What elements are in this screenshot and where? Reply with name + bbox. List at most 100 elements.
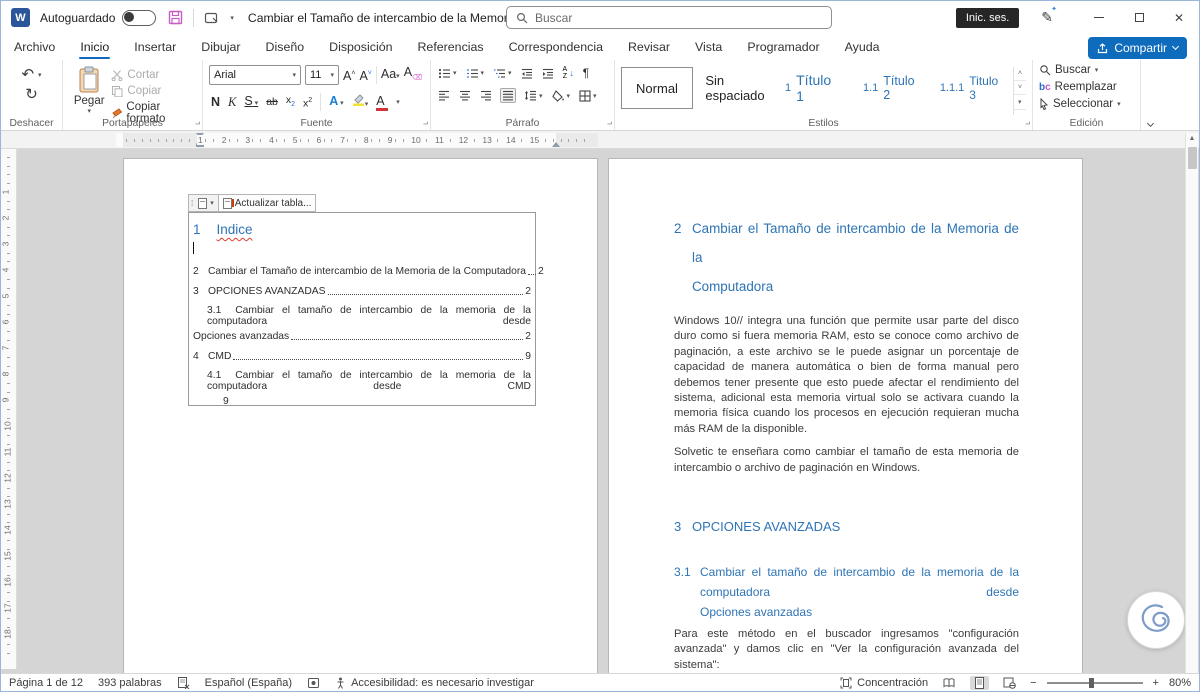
zoom-level[interactable]: 80% — [1169, 677, 1191, 689]
update-table-button[interactable]: Actualizar tabla... — [217, 195, 316, 211]
replace-button[interactable]: bc Reemplazar — [1039, 81, 1134, 93]
toc-entry[interactable]: 2 Cambiar el Tamaño de intercambio de la… — [193, 266, 544, 277]
bold-button[interactable]: N — [211, 95, 220, 109]
tab-ayuda[interactable]: Ayuda — [844, 36, 881, 58]
undo-button[interactable]: ↶ ▾ — [21, 67, 41, 82]
autosave-toggle[interactable] — [122, 9, 157, 26]
style-titulo-3[interactable]: 1.1.1 Titulo 3 — [933, 67, 1005, 109]
style-sin-espaciado[interactable]: Sin espaciado — [699, 67, 771, 109]
increase-indent-button[interactable] — [541, 67, 555, 80]
styles-more-icon[interactable]: ▾ — [1014, 95, 1027, 110]
maximize-button[interactable] — [1119, 1, 1159, 34]
toc-entry[interactable]: 3.1 Cambiar el tamaño de intercambio de … — [193, 305, 531, 327]
page-2[interactable]: 2 Cambiar el Tamaño de intercambio de la… — [608, 158, 1083, 675]
web-layout-button[interactable] — [999, 676, 1020, 690]
decrease-indent-button[interactable] — [520, 67, 534, 80]
tab-vista[interactable]: Vista — [694, 36, 723, 58]
multilevel-list-button[interactable]: ▾ — [492, 67, 513, 80]
sign-in-button[interactable]: Inic. ses. — [955, 7, 1020, 28]
tab-diseno[interactable]: Diseño — [265, 36, 306, 58]
read-mode-button[interactable] — [938, 676, 960, 690]
tab-programador[interactable]: Programador — [746, 36, 820, 58]
styles-scroll-down-icon[interactable]: ˅ — [1014, 81, 1027, 95]
minimize-button[interactable] — [1079, 1, 1119, 34]
tab-correspondencia[interactable]: Correspondencia — [508, 36, 604, 58]
zoom-in-button[interactable]: + — [1153, 677, 1159, 689]
zoom-thumb[interactable] — [1088, 677, 1094, 688]
toc-entry-continuation[interactable]: 9 — [193, 396, 531, 407]
toc-entry[interactable]: 3 OPCIONES AVANZADAS 2 — [193, 286, 531, 297]
tab-dibujar[interactable]: Dibujar — [200, 36, 241, 58]
justify-button[interactable] — [500, 88, 516, 103]
scroll-thumb[interactable] — [1188, 147, 1197, 169]
collapse-ribbon-icon[interactable] — [1146, 119, 1155, 128]
share-button[interactable]: Compartir — [1088, 37, 1187, 59]
qat-customize-icon[interactable]: ▾ — [230, 14, 234, 22]
align-left-button[interactable] — [437, 89, 451, 102]
v-ruler[interactable]: 1 2 3 4 5 6 7 8 9 10 11 12 13 14 15 16 17 18 — [1, 149, 17, 669]
h-ruler[interactable]: 1 2 3 4 5 6 7 8 9 10 11 12 13 14 15 — [116, 133, 598, 147]
redo-button[interactable]: ↻ — [25, 87, 38, 102]
zoom-out-button[interactable]: − — [1030, 677, 1036, 689]
font-family-select[interactable]: Arial ▾ — [209, 65, 301, 86]
font-size-select[interactable]: 11 ▾ — [305, 65, 339, 86]
ink-scribble-button[interactable]: ▾ — [1127, 591, 1192, 649]
vertical-scrollbar[interactable]: ▲ — [1185, 133, 1198, 673]
search-input[interactable]: Buscar — [506, 6, 832, 29]
word-count[interactable]: 393 palabras — [98, 677, 162, 689]
page-1[interactable]: ⁞ ▾ Actualizar tabla... 1 Indice 2 Cambi… — [123, 158, 598, 675]
focus-mode-button[interactable]: Concentración — [840, 677, 928, 689]
close-button[interactable]: ✕ — [1159, 1, 1199, 34]
strikethrough-button[interactable]: ab — [266, 95, 278, 109]
align-center-button[interactable] — [458, 89, 472, 102]
subscript-button[interactable]: x2 — [286, 93, 295, 112]
align-right-button[interactable] — [479, 89, 493, 102]
paste-button[interactable]: Pegar ▾ — [69, 66, 109, 115]
save-icon[interactable] — [168, 10, 183, 25]
select-button[interactable]: Seleccionar ▾ — [1039, 98, 1134, 110]
find-button[interactable]: Buscar ▾ — [1039, 64, 1134, 76]
toc-entry[interactable]: 4 CMD 9 — [193, 351, 531, 362]
superscript-button[interactable]: x2 — [303, 94, 312, 111]
language-indicator[interactable]: Español (España) — [205, 677, 292, 689]
scroll-up-icon[interactable]: ▲ — [1186, 135, 1198, 142]
toc-entry-continuation[interactable]: Opciones avanzadas 2 — [193, 331, 531, 342]
italic-button[interactable]: K — [228, 95, 236, 109]
line-spacing-button[interactable]: ▾ — [523, 89, 544, 102]
shading-button[interactable]: ▾ — [551, 89, 572, 103]
font-color-button[interactable]: A — [376, 94, 389, 111]
tab-archivo[interactable]: Archivo — [13, 36, 56, 58]
zoom-slider[interactable] — [1046, 677, 1143, 688]
highlight-button[interactable]: ▾ — [352, 93, 368, 112]
tab-revisar[interactable]: Revisar — [627, 36, 671, 58]
change-case-button[interactable]: Aa▾ — [381, 67, 400, 84]
text-effects-button[interactable]: A ▾ — [329, 94, 344, 111]
shrink-font-button[interactable]: A˅ — [359, 67, 371, 83]
clear-formatting-button[interactable]: A⌫ — [404, 65, 422, 86]
style-normal[interactable]: Normal — [621, 67, 693, 109]
styles-scroll-up-icon[interactable]: ˄ — [1014, 67, 1027, 81]
cut-button[interactable]: Cortar — [111, 69, 196, 81]
tab-inicio[interactable]: Inicio — [79, 36, 111, 59]
toc-entry[interactable]: 4.1 Cambiar el tamaño de intercambio de … — [193, 370, 531, 392]
proofing-icon[interactable] — [177, 676, 190, 689]
style-titulo-1[interactable]: 1 Título 1 — [777, 67, 849, 109]
grow-font-button[interactable]: A˄ — [343, 67, 355, 83]
toc-menu-button[interactable]: ▾ — [194, 195, 218, 211]
accessibility-status[interactable]: Accesibilidad: es necesario investigar — [335, 677, 534, 689]
bullets-button[interactable]: ▾ — [437, 67, 458, 80]
touch-mouse-mode-icon[interactable] — [204, 11, 220, 25]
copy-button[interactable]: Copiar — [111, 85, 196, 97]
print-layout-button[interactable] — [970, 675, 990, 690]
show-marks-button[interactable]: ¶ — [582, 65, 590, 81]
numbering-button[interactable]: ▾ — [465, 67, 486, 80]
toc-field[interactable]: 1 Indice 2 Cambiar el Tamaño de intercam… — [188, 212, 544, 407]
borders-button[interactable]: ▾ — [578, 89, 598, 103]
tab-insertar[interactable]: Insertar — [133, 36, 177, 58]
page-indicator[interactable]: Página 1 de 12 — [9, 677, 83, 689]
sort-button[interactable]: A Z ↓ — [562, 65, 575, 81]
draw-pen-icon[interactable]: ✎ ✦ — [1041, 6, 1057, 26]
word-logo-icon[interactable]: W — [11, 8, 30, 27]
style-titulo-2[interactable]: 1.1 Título 2 — [855, 67, 927, 109]
right-indent-marker[interactable] — [552, 142, 560, 147]
